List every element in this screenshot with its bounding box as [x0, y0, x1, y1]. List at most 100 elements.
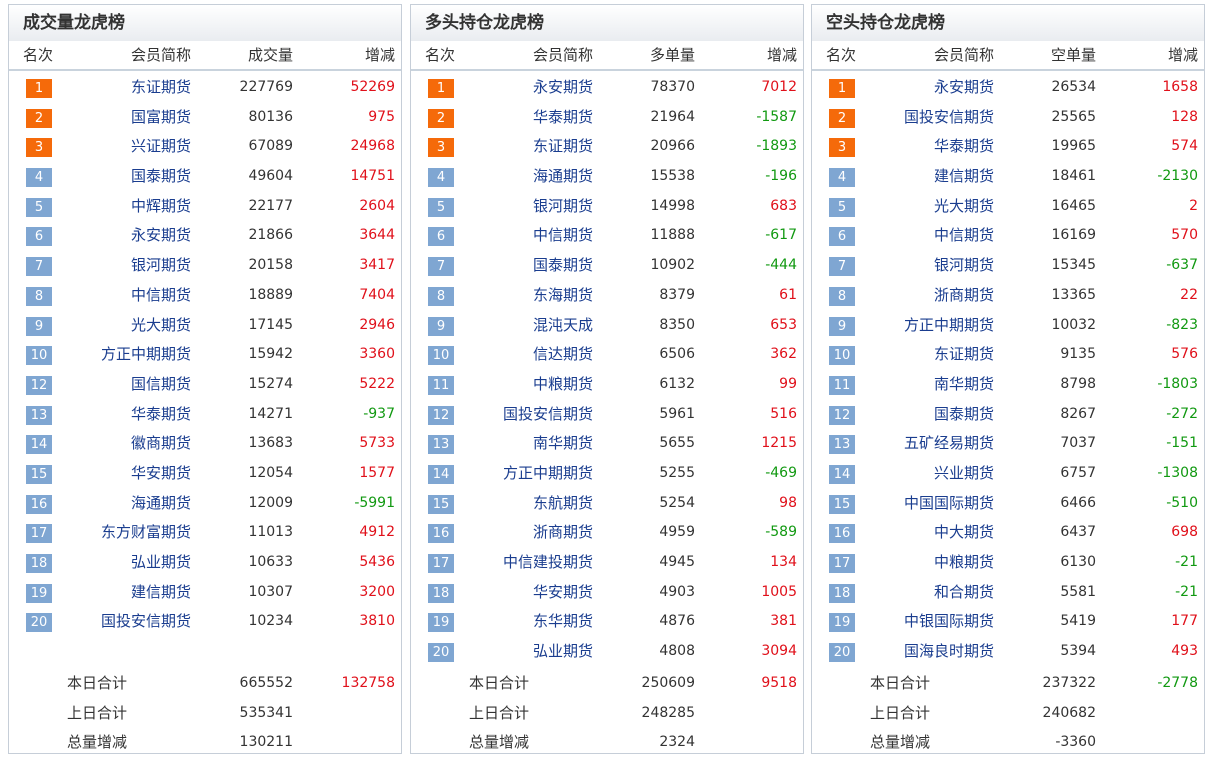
member-name-link[interactable]: 国投安信期货 [503, 400, 593, 430]
member-name-link[interactable]: 国富期货 [131, 103, 191, 133]
table-row: 6 中信期货 16169 570 [812, 221, 1204, 251]
summary-change: 9518 [761, 675, 797, 691]
member-name-link[interactable]: 国泰期货 [131, 162, 191, 192]
member-name-link[interactable]: 华安期货 [533, 578, 593, 608]
change-value: 3644 [359, 227, 395, 244]
table-row: 3 华泰期货 19965 574 [812, 132, 1204, 162]
member-name-link[interactable]: 东证期货 [533, 132, 593, 162]
member-name-link[interactable]: 永安期货 [934, 73, 994, 103]
summary-label: 上日合计 [870, 703, 931, 722]
member-name-link[interactable]: 国泰期货 [934, 400, 994, 430]
member-name-link[interactable]: 浙商期货 [533, 518, 593, 548]
member-name-link[interactable]: 中国国际期货 [904, 489, 994, 519]
member-name-link[interactable]: 国信期货 [131, 370, 191, 400]
rank-badge: 12 [26, 375, 52, 395]
member-name-link[interactable]: 国泰期货 [533, 251, 593, 281]
change-value: -589 [765, 524, 797, 541]
table-row: 14 徽商期货 13683 5733 [9, 429, 401, 459]
change-value: -469 [765, 464, 797, 481]
member-name-link[interactable]: 海通期货 [533, 162, 593, 192]
volume-value: 49604 [248, 168, 293, 185]
rank-badge: 16 [26, 494, 52, 514]
rank-badge: 3 [428, 138, 454, 158]
member-name-link[interactable]: 中银国际期货 [904, 607, 994, 637]
member-name-link[interactable]: 兴业期货 [934, 459, 994, 489]
volume-value: 18461 [1051, 168, 1096, 185]
member-name-link[interactable]: 海通期货 [131, 489, 191, 519]
member-name-link[interactable]: 光大期货 [934, 192, 994, 222]
member-name-link[interactable]: 银河期货 [533, 192, 593, 222]
member-name-link[interactable]: 东证期货 [934, 340, 994, 370]
member-name-link[interactable]: 兴证期货 [131, 132, 191, 162]
change-value: -5991 [354, 494, 395, 511]
member-name-link[interactable]: 东方财富期货 [101, 518, 191, 548]
member-name-link[interactable]: 中辉期货 [131, 192, 191, 222]
member-name-link[interactable]: 五矿经易期货 [904, 429, 994, 459]
member-name-link[interactable]: 光大期货 [131, 311, 191, 341]
member-name-link[interactable]: 东海期货 [533, 281, 593, 311]
rank-badge: 4 [26, 168, 52, 188]
table-row: 13 五矿经易期货 7037 -151 [812, 429, 1204, 459]
volume-value: 10902 [650, 257, 695, 274]
member-name-link[interactable]: 银河期货 [131, 251, 191, 281]
member-name-link[interactable]: 永安期货 [533, 73, 593, 103]
member-name-link[interactable]: 中信期货 [533, 221, 593, 251]
rank-badge: 3 [829, 138, 855, 158]
member-name-link[interactable]: 方正中期期货 [101, 340, 191, 370]
summary-row: 本日合计 665552 132758 [9, 669, 401, 699]
member-name-link[interactable]: 中信期货 [131, 281, 191, 311]
member-name-link[interactable]: 徽商期货 [131, 429, 191, 459]
member-name-link[interactable]: 华泰期货 [934, 132, 994, 162]
member-name-link[interactable]: 南华期货 [934, 370, 994, 400]
member-name-link[interactable]: 浙商期货 [934, 281, 994, 311]
ranking-rows: 1 永安期货 78370 7012 2 华泰期货 21964 -1587 3 东证期货 20966 -… [411, 71, 803, 667]
member-name-link[interactable]: 国海良时期货 [904, 637, 994, 667]
member-name-link[interactable]: 中大期货 [934, 518, 994, 548]
member-name-link[interactable]: 银河期货 [934, 251, 994, 281]
table-row: 4 建信期货 18461 -2130 [812, 162, 1204, 192]
member-name-link[interactable]: 南华期货 [533, 429, 593, 459]
table-row: 1 永安期货 26534 1658 [812, 73, 1204, 103]
table-row: 19 建信期货 10307 3200 [9, 578, 401, 608]
table-row: 9 混沌天成 8350 653 [411, 311, 803, 341]
change-value: 5733 [359, 435, 395, 452]
member-name-link[interactable]: 和合期货 [934, 578, 994, 608]
member-name-link[interactable]: 中粮期货 [934, 548, 994, 578]
member-name-link[interactable]: 弘业期货 [131, 548, 191, 578]
table-row: 13 华泰期货 14271 -937 [9, 400, 401, 430]
rank-badge: 20 [829, 643, 855, 663]
member-name-link[interactable]: 东华期货 [533, 607, 593, 637]
member-name-link[interactable]: 方正中期期货 [904, 311, 994, 341]
table-row: 11 中粮期货 6132 99 [411, 370, 803, 400]
volume-value: 227769 [239, 79, 293, 95]
table-row: 8 浙商期货 13365 22 [812, 281, 1204, 311]
volume-value: 5419 [1060, 613, 1096, 630]
member-name-link[interactable]: 建信期货 [934, 162, 994, 192]
member-name-link[interactable]: 弘业期货 [533, 637, 593, 667]
member-name-link[interactable]: 永安期货 [131, 221, 191, 251]
member-name-link[interactable]: 华安期货 [131, 459, 191, 489]
member-name-link[interactable]: 建信期货 [131, 578, 191, 608]
member-name-link[interactable]: 中信建投期货 [503, 548, 593, 578]
member-name-link[interactable]: 中信期货 [934, 221, 994, 251]
member-name-link[interactable]: 国投安信期货 [101, 607, 191, 637]
member-name-link[interactable]: 国投安信期货 [904, 103, 994, 133]
member-name-link[interactable]: 华泰期货 [533, 103, 593, 133]
member-name-link[interactable]: 信达期货 [533, 340, 593, 370]
table-row: 18 华安期货 4903 1005 [411, 578, 803, 608]
volume-value: 14271 [248, 405, 293, 422]
summary-label: 本日合计 [870, 674, 931, 692]
member-name-link[interactable]: 东航期货 [533, 489, 593, 519]
summary-volume: 240682 [1042, 704, 1096, 721]
header-rank: 名次 [23, 46, 54, 64]
member-name-link[interactable]: 混沌天成 [533, 311, 593, 341]
member-name-link[interactable]: 方正中期期货 [503, 459, 593, 489]
member-name-link[interactable]: 华泰期货 [131, 400, 191, 430]
summary-label: 本日合计 [67, 674, 128, 692]
volume-value: 5394 [1060, 643, 1096, 660]
member-name-link[interactable]: 中粮期货 [533, 370, 593, 400]
volume-value: 10032 [1051, 316, 1096, 333]
member-name-link[interactable]: 东证期货 [131, 73, 191, 103]
volume-value: 13365 [1051, 286, 1096, 303]
panel-title: 成交量龙虎榜 [9, 5, 401, 41]
